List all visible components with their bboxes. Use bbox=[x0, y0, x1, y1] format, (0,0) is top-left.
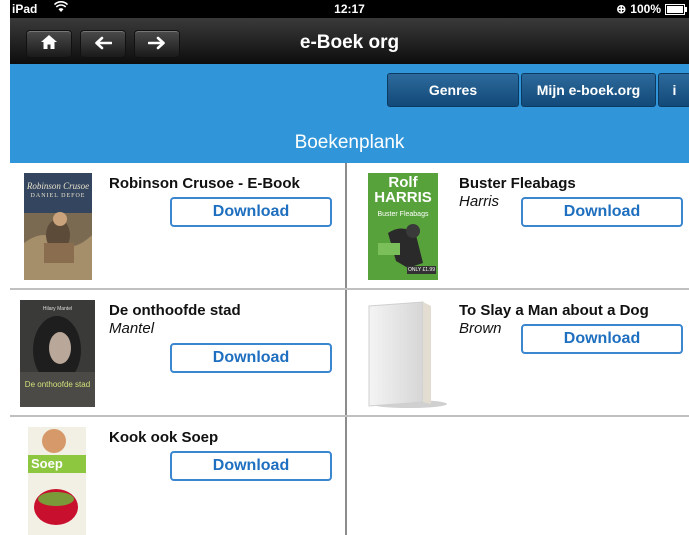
book-title: Robinson Crusoe - E-Book bbox=[109, 175, 300, 192]
book-title: To Slay a Man about a Dog bbox=[459, 302, 649, 319]
list-item[interactable]: To Slay a Man about a Dog Brown Download bbox=[347, 290, 689, 415]
cover-title: Rolf HARRIS bbox=[374, 174, 432, 206]
cover-title: De onthoofde stad bbox=[24, 380, 91, 389]
list-item[interactable]: Hilary Mantel De onthoofde stad De ontho… bbox=[10, 290, 345, 415]
price-badge: ONLY £1.99 bbox=[406, 266, 436, 274]
clock: 12:17 bbox=[334, 2, 365, 16]
page-title: Boekenplank bbox=[294, 132, 405, 153]
book-author: Mantel bbox=[109, 320, 155, 337]
list-item[interactable]: Robinson Crusoe DANIEL DEFOE Robinson Cr… bbox=[10, 163, 345, 288]
navigation-bar: e-Boek org bbox=[10, 18, 689, 64]
book-title: Buster Fleabags bbox=[459, 175, 576, 192]
cover-author: DANIEL DEFOE bbox=[30, 193, 86, 199]
rotation-lock-icon: ⊕ bbox=[616, 2, 627, 16]
my-account-button[interactable]: Mijn e-boek.org bbox=[521, 73, 656, 107]
book-cover: Robinson Crusoe DANIEL DEFOE bbox=[24, 173, 92, 280]
book-author: Harris bbox=[459, 193, 499, 210]
cover-title: Robinson Crusoe bbox=[26, 181, 90, 191]
download-button[interactable]: Download bbox=[521, 324, 683, 354]
bookshelf-grid: Robinson Crusoe DANIEL DEFOE Robinson Cr… bbox=[10, 163, 689, 535]
header-toolbar: Genres Mijn e-boek.org i Boekenplank bbox=[10, 64, 689, 163]
book-cover-placeholder bbox=[359, 298, 449, 410]
status-bar: iPad 12:17 ⊕ 100% bbox=[10, 0, 689, 18]
book-author: Brown bbox=[459, 320, 502, 337]
book-title: De onthoofde stad bbox=[109, 302, 241, 319]
download-button[interactable]: Download bbox=[170, 197, 332, 227]
app-title: e-Boek org bbox=[299, 32, 400, 53]
cover-subtitle: Buster Fleabags bbox=[377, 211, 429, 218]
battery-fill bbox=[667, 5, 683, 13]
download-button[interactable]: Download bbox=[170, 451, 332, 481]
battery-icon bbox=[665, 3, 687, 15]
book-title: Kook ook Soep bbox=[109, 429, 219, 446]
cover-title: Soep bbox=[31, 456, 63, 471]
book-cover: Soep bbox=[28, 427, 86, 535]
info-button[interactable]: i bbox=[658, 73, 689, 107]
list-item[interactable]: Soep Kook ook Soep Download bbox=[10, 417, 345, 535]
book-cover: Rolf HARRIS Buster Fleabags ONLY £1.99 bbox=[368, 173, 438, 280]
genres-button[interactable]: Genres bbox=[387, 73, 519, 107]
list-item[interactable]: Rolf HARRIS Buster Fleabags ONLY £1.99 B… bbox=[347, 163, 689, 288]
download-button[interactable]: Download bbox=[521, 197, 683, 227]
download-button[interactable]: Download bbox=[170, 343, 332, 373]
cover-author: Hilary Mantel bbox=[42, 306, 73, 312]
book-cover: Hilary Mantel De onthoofde stad bbox=[20, 300, 95, 407]
battery-status: ⊕ 100% bbox=[616, 2, 687, 16]
battery-percent: 100% bbox=[630, 2, 661, 16]
